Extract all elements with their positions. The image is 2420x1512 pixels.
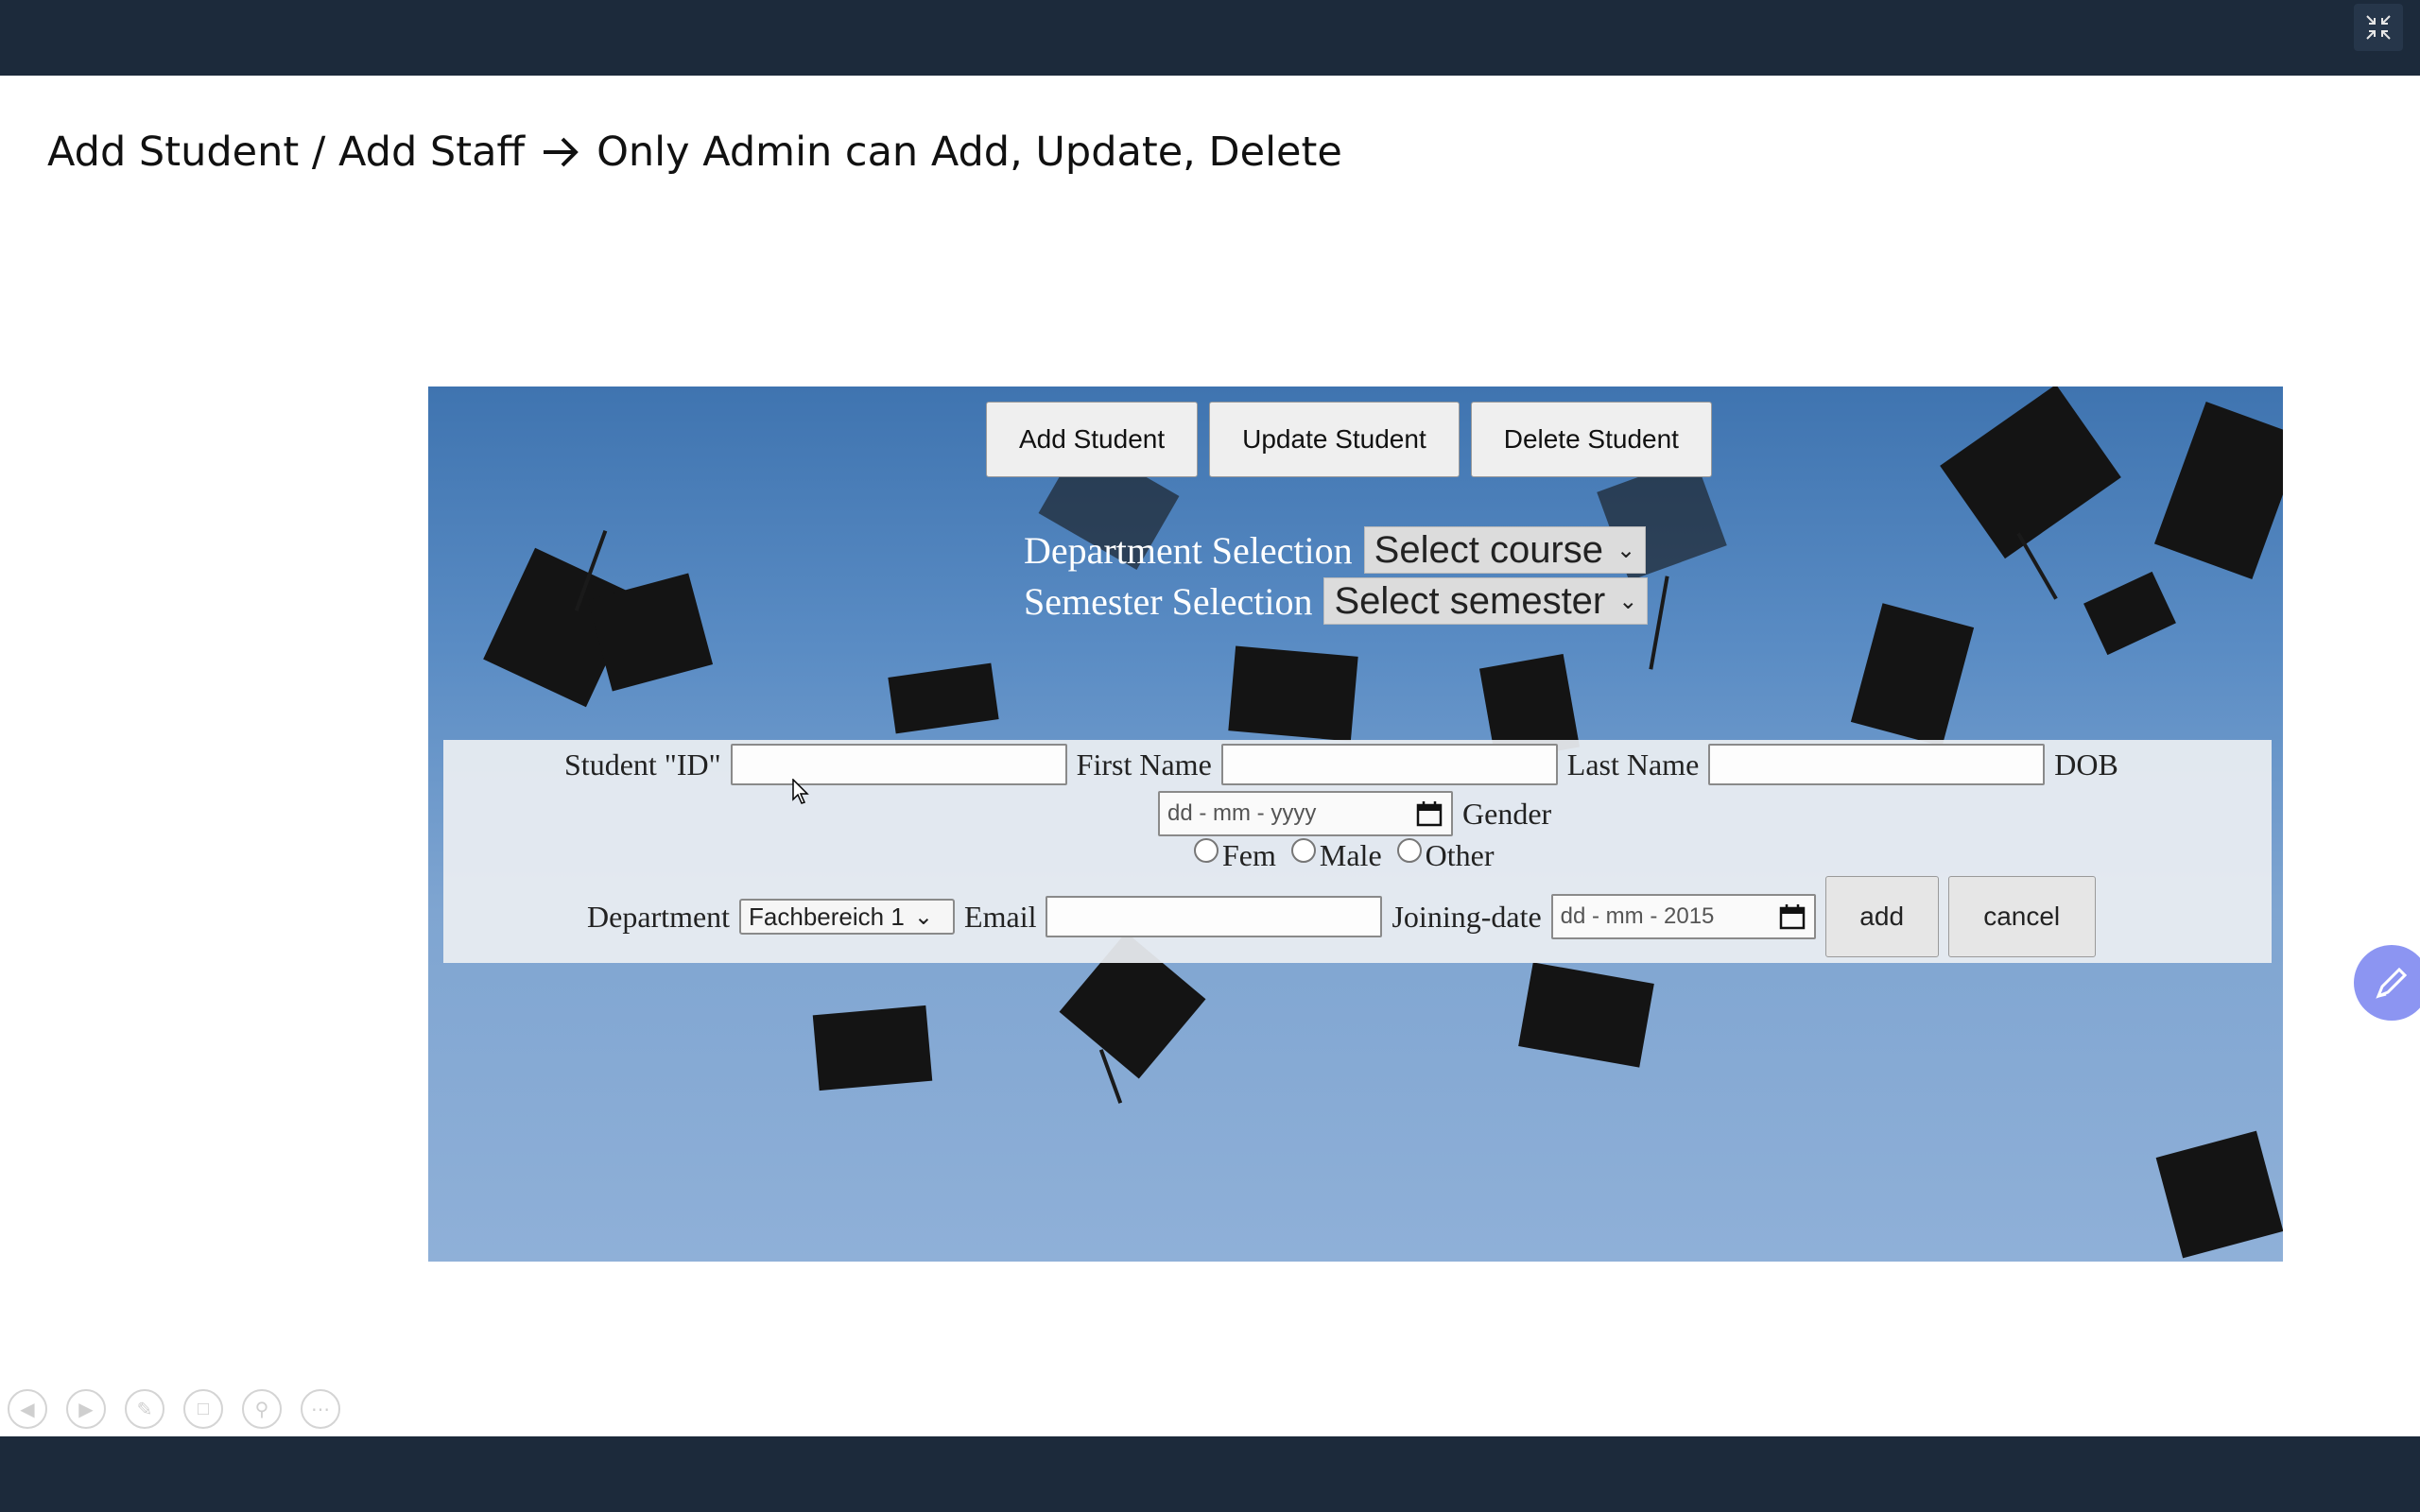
- next-slide-icon[interactable]: ▶: [66, 1389, 106, 1429]
- gender-option-label: Fem: [1222, 838, 1276, 872]
- department-selection-row: Department Selection Select course ⌄: [1024, 526, 1647, 574]
- chevron-down-icon: ⌄: [1618, 588, 1638, 614]
- exit-fullscreen-button[interactable]: [2354, 4, 2403, 51]
- department-value: Fachbereich 1: [749, 902, 905, 931]
- gender-radio-group: Fem Male Other: [1194, 838, 1495, 873]
- gender-label: Gender: [1462, 796, 1552, 831]
- gender-option-label: Male: [1319, 838, 1382, 872]
- last-name-label: Last Name: [1566, 747, 1700, 782]
- slide-title-left: Add Student / Add Staff: [47, 129, 526, 176]
- mouse-cursor-icon: [792, 779, 809, 804]
- presentation-bottom-bar: [0, 1436, 2420, 1512]
- presentation-top-bar: [0, 0, 2420, 76]
- add-student-button[interactable]: Add Student: [986, 402, 1199, 477]
- student-id-input[interactable]: [730, 744, 1067, 785]
- first-name-input[interactable]: [1220, 744, 1558, 785]
- semester-selection-label: Semester Selection: [1024, 579, 1313, 623]
- action-tabs: Add Student Update Student Delete Studen…: [986, 402, 1712, 477]
- chevron-down-icon: ⌄: [1616, 537, 1636, 563]
- calendar-icon[interactable]: [1415, 799, 1443, 828]
- gender-option-male[interactable]: Male: [1290, 838, 1382, 873]
- joining-date-label: Joining-date: [1392, 899, 1542, 934]
- form-row-2: dd - mm - yyyy Gender: [1158, 791, 1551, 836]
- semester-selection-row: Semester Selection Select semester ⌄: [1024, 577, 1649, 625]
- department-label: Department: [587, 899, 731, 934]
- first-name-label: First Name: [1076, 747, 1212, 782]
- gender-option-label: Other: [1425, 838, 1495, 872]
- arrow-right-icon: [544, 137, 579, 167]
- prev-slide-icon[interactable]: ◀: [8, 1389, 47, 1429]
- slide-title: Add Student / Add Staff Only Admin can A…: [47, 129, 1342, 176]
- slides-icon[interactable]: □: [183, 1389, 223, 1429]
- semester-selection-value: Select semester: [1334, 579, 1606, 622]
- slide-title-right: Only Admin can Add, Update, Delete: [596, 129, 1342, 176]
- last-name-input[interactable]: [1708, 744, 2046, 785]
- pen-button[interactable]: [2354, 945, 2420, 1021]
- radio-icon[interactable]: [1396, 838, 1422, 863]
- exit-fullscreen-icon: [2366, 15, 2391, 40]
- department-select[interactable]: Fachbereich 1 ⌄: [739, 899, 956, 935]
- department-selection-value: Select course: [1374, 528, 1603, 571]
- calendar-icon[interactable]: [1778, 902, 1806, 931]
- update-student-button[interactable]: Update Student: [1209, 402, 1460, 477]
- app-screenshot: Add Student Update Student Delete Studen…: [428, 387, 2283, 1262]
- radio-icon[interactable]: [1290, 838, 1316, 863]
- joining-date-value: dd - mm - 2015: [1560, 903, 1715, 929]
- joining-date-input[interactable]: dd - mm - 2015: [1550, 894, 1816, 939]
- cancel-button[interactable]: cancel: [1947, 876, 2096, 957]
- zoom-icon[interactable]: ⚲: [242, 1389, 282, 1429]
- student-form: Student "ID" First Name Last Name DOB dd…: [443, 740, 2272, 963]
- dob-input[interactable]: dd - mm - yyyy: [1158, 791, 1453, 836]
- delete-student-button[interactable]: Delete Student: [1470, 402, 1712, 477]
- dob-placeholder: dd - mm - yyyy: [1167, 800, 1317, 826]
- department-selection-select[interactable]: Select course ⌄: [1363, 526, 1647, 574]
- gender-option-fem[interactable]: Fem: [1194, 838, 1276, 873]
- slide-navigation-toolbar: ◀ ▶ ✎ □ ⚲ ⋯: [8, 1389, 340, 1429]
- radio-icon[interactable]: [1194, 838, 1219, 863]
- more-icon[interactable]: ⋯: [301, 1389, 340, 1429]
- gender-option-other[interactable]: Other: [1396, 838, 1495, 873]
- dob-label: DOB: [2054, 747, 2118, 782]
- pen-icon: [2376, 967, 2408, 999]
- chevron-down-icon: ⌄: [913, 903, 933, 930]
- form-row-4: Department Fachbereich 1 ⌄ Email Joining…: [587, 876, 2096, 957]
- department-selection-label: Department Selection: [1024, 528, 1353, 572]
- email-input[interactable]: [1046, 896, 1383, 937]
- email-label: Email: [964, 899, 1037, 934]
- pen-tool-icon[interactable]: ✎: [125, 1389, 164, 1429]
- semester-selection-select[interactable]: Select semester ⌄: [1323, 577, 1649, 625]
- add-button[interactable]: add: [1824, 876, 1939, 957]
- student-id-label: Student "ID": [564, 747, 721, 782]
